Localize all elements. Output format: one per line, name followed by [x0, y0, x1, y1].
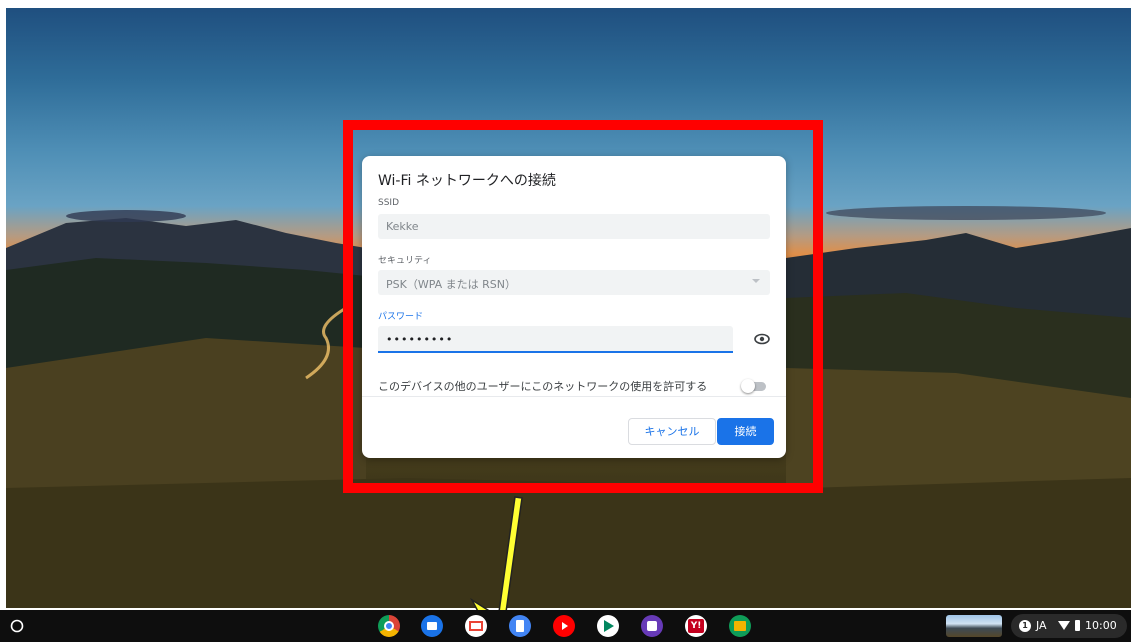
play-store-icon[interactable]: [597, 615, 619, 637]
shelf: Y! 1 JA 10:00: [0, 610, 1131, 642]
gmail-icon[interactable]: [465, 615, 487, 637]
launcher-icon[interactable]: [9, 618, 25, 634]
files-icon[interactable]: [421, 615, 443, 637]
ime-indicator: JA: [1036, 619, 1047, 632]
wifi-icon: [1058, 621, 1070, 630]
battery-icon: [1075, 620, 1080, 631]
docs-icon[interactable]: [509, 615, 531, 637]
status-tray[interactable]: 1 JA 10:00: [1011, 614, 1127, 638]
tasks-icon[interactable]: [641, 615, 663, 637]
clock: 10:00: [1085, 619, 1117, 632]
yahoo-icon[interactable]: Y!: [685, 615, 707, 637]
classroom-icon[interactable]: [729, 615, 751, 637]
window-thumbnail[interactable]: [946, 615, 1002, 637]
notification-count: 1: [1019, 620, 1031, 632]
red-highlight-box: [343, 120, 823, 493]
youtube-icon[interactable]: [553, 615, 575, 637]
chrome-icon[interactable]: [378, 615, 400, 637]
